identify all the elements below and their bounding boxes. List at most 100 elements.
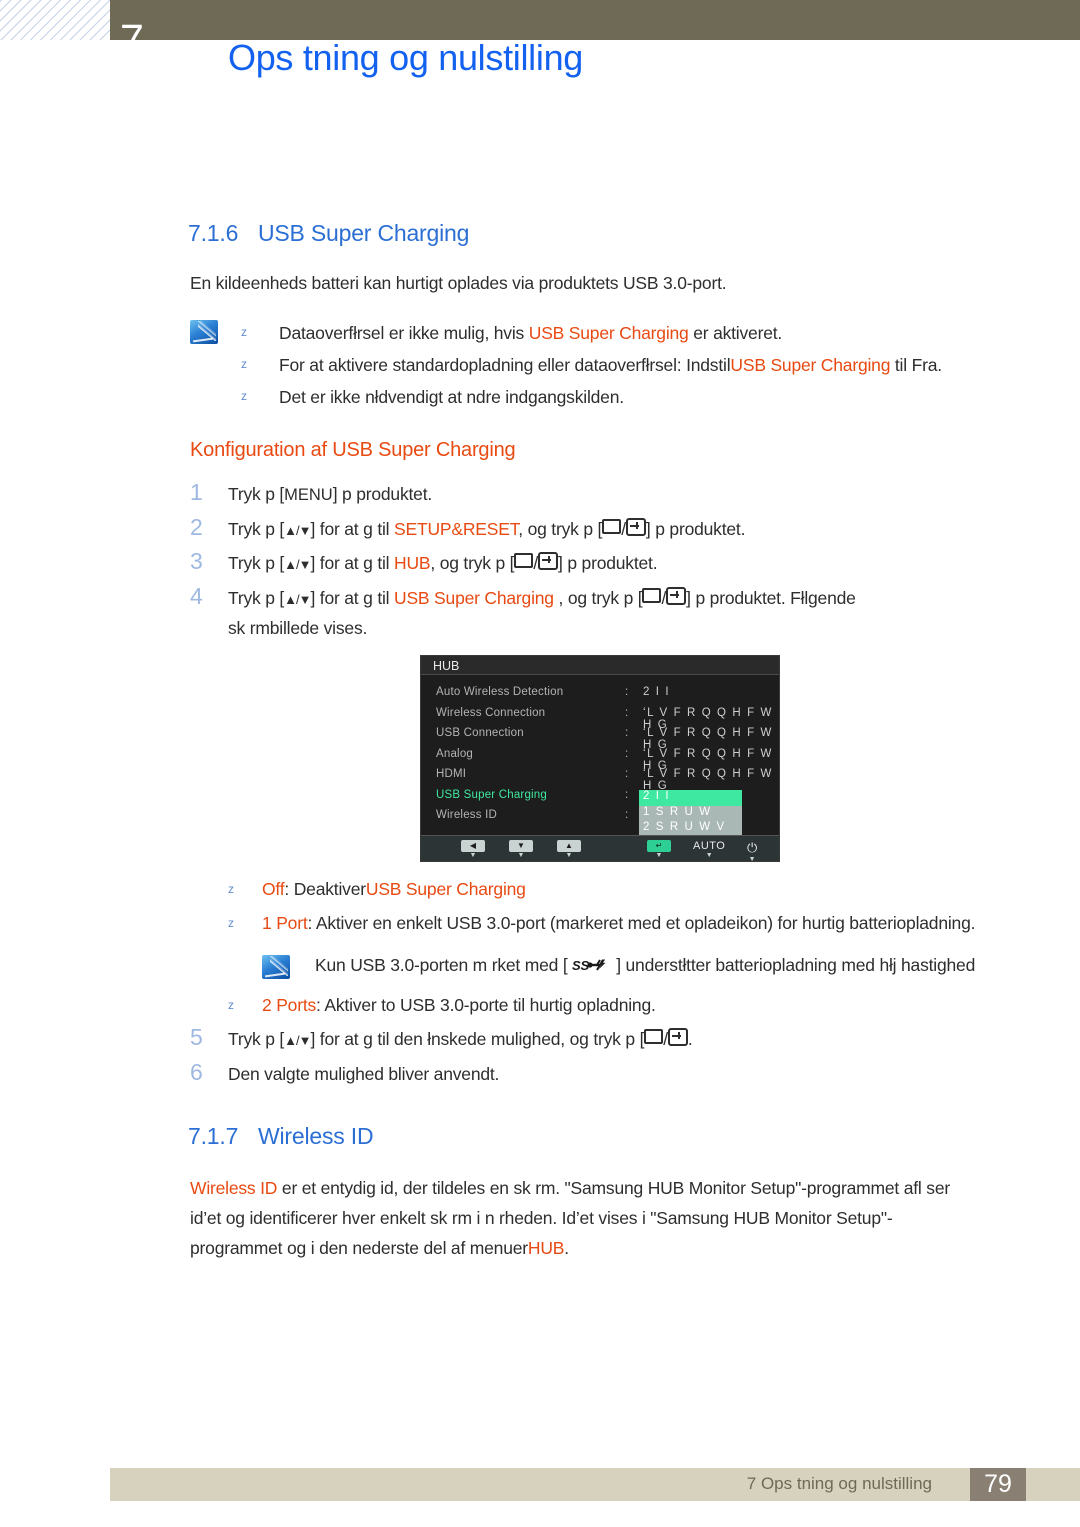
step-text-3: Tryk p [▲/▼] for at g til HUB, og tryk p… <box>228 548 1028 580</box>
osd-row-colon: : <box>625 768 629 780</box>
osd-row-label: USB Super Charging <box>436 788 547 801</box>
caret-down-icon: ▼ <box>748 856 756 863</box>
procedure-title: Konfiguration af USB Super Charging <box>190 439 516 461</box>
enter-key-icon <box>667 1028 688 1046</box>
section-number: 7.1.7 <box>188 1123 239 1149</box>
step-5-part-0: Tryk p [ <box>228 1029 285 1049</box>
osd-row-label: Auto Wireless Detection <box>436 686 564 698</box>
step-text-6: Den valgte mulighed bliver anvendt. <box>228 1064 500 1084</box>
up-arrow-icon: ▲ <box>557 840 581 852</box>
usb-note-text: Kun USB 3.0-porten m rket med [ SS ] und… <box>315 950 1035 982</box>
step-number-1: 1 <box>190 479 203 505</box>
note-item-2-highlight: USB Super Charging <box>730 355 891 375</box>
ss-charge-icon: SS <box>572 952 616 982</box>
bullet-glyph: z <box>228 916 234 930</box>
step-text-4: Tryk p [▲/▼] for at g til USB Super Char… <box>228 583 1048 615</box>
osd-row-label: USB Connection <box>436 727 524 739</box>
step-number-6: 6 <box>190 1059 203 1085</box>
step-1-part-0: Tryk p [ <box>228 484 285 504</box>
osd-row-colon: : <box>625 747 629 760</box>
bullet-glyph: z <box>241 389 247 403</box>
note-item-1-post: er aktiveret. <box>688 323 783 343</box>
section-body-717-line3: programmet og i den nederste del af menu… <box>190 1233 1020 1263</box>
option-key-off: Off <box>262 879 285 899</box>
chapter-number: 7 <box>120 16 144 64</box>
osd-title: HUB <box>421 656 779 675</box>
section-intro-716: En kildeenheds batteri kan hurtigt oplad… <box>190 273 727 293</box>
header-bar <box>110 0 1080 40</box>
osd-row-label: Wireless Connection <box>436 706 546 719</box>
option-bullet-1port: 1 Port: Aktiver en enkelt USB 3.0-port (… <box>262 908 1062 938</box>
osd-row-label: Analog <box>436 747 474 760</box>
step-2-part-6: ] p produktet. <box>645 519 746 539</box>
caret-down-icon: ▼ <box>655 852 663 859</box>
step-3-part-2: ] for at g til <box>310 553 395 573</box>
osd-row[interactable]: HDMI : ʻL V F R Q Q H F W H G <box>421 768 779 792</box>
note-item-2: For at aktivere standardopladning eller … <box>279 350 1019 380</box>
osd-row[interactable]: Wireless Connection : ʻL V F R Q Q H F W… <box>421 706 779 731</box>
enter-key-icon <box>625 518 646 536</box>
option-highlight-off: USB Super Charging <box>365 879 526 899</box>
square-key-icon <box>602 519 622 534</box>
up-down-key-icon: ▲/▼ <box>284 1033 311 1048</box>
bullet-glyph: z <box>228 882 234 896</box>
osd-left-button[interactable]: ◀ ▼ <box>461 840 485 859</box>
step-number-4: 4 <box>190 583 203 609</box>
osd-dropdown-option-1port[interactable]: 1 S R U W <box>639 806 742 822</box>
enter-arrow-icon: ↵ <box>647 840 671 852</box>
square-key-icon <box>644 1029 664 1044</box>
caret-down-icon: ▼ <box>517 852 525 859</box>
osd-row[interactable]: Auto Wireless Detection : 2 I I <box>421 686 779 707</box>
osd-power-button[interactable]: ⏻ ▼ <box>747 840 757 863</box>
section-title: Wireless ID <box>258 1123 374 1149</box>
option-bullet-off: Off: DeaktiverUSB Super Charging <box>262 874 1022 904</box>
footer-text: 7 Ops tning og nulstilling <box>746 1474 932 1493</box>
step-text-1: Tryk p [MENU] p produktet. <box>228 479 988 510</box>
section-body-717-pre: programmet og i den nederste del af menu… <box>190 1238 528 1258</box>
hub-highlight: HUB <box>394 553 431 573</box>
down-arrow-icon: ▼ <box>509 840 533 852</box>
step-5-part-4: . <box>687 1029 693 1049</box>
wireless-id-highlight: Wireless ID <box>190 1178 278 1198</box>
up-down-key-icon: ▲/▼ <box>284 557 311 572</box>
osd-auto-button[interactable]: AUTO ▼ <box>693 840 725 859</box>
osd-dropdown-option-off[interactable]: 2 I I <box>639 790 742 806</box>
step-4-part-0: Tryk p [ <box>228 588 285 608</box>
footer-bar <box>110 1468 1080 1501</box>
note-icon <box>190 320 218 344</box>
step-4-line2: sk rmbillede vises. <box>228 618 368 638</box>
page-number: 79 <box>970 1468 1026 1501</box>
usb-super-charging-highlight: USB Super Charging <box>394 588 554 608</box>
power-icon: ⏻ <box>747 840 758 855</box>
enter-key-icon <box>666 587 687 605</box>
osd-row[interactable]: Analog : ʻL V F R Q Q H F W H G <box>421 747 779 772</box>
osd-row[interactable]: USB Connection : ʻL V F R Q Q H F W H G <box>421 727 779 751</box>
up-down-key-icon: ▲/▼ <box>284 523 311 538</box>
caret-down-icon: ▼ <box>705 852 713 859</box>
section-title: USB Super Charging <box>258 220 470 246</box>
osd-control-bar: ◀ ▼ ▼ ▼ ▲ ▼ ↵ ▼ AUTO ▼ ⏻ ▼ <box>421 835 779 863</box>
osd-row-label: HDMI <box>436 768 467 780</box>
osd-row-colon: : <box>625 788 629 801</box>
left-arrow-icon: ◀ <box>461 840 485 852</box>
square-key-icon <box>514 553 534 568</box>
step-text-2: Tryk p [▲/▼] for at g til SETUP&RESET, o… <box>228 514 1028 546</box>
osd-row-colon: : <box>625 686 629 698</box>
section-heading-716: 7.1.6 USB Super Charging <box>188 220 469 247</box>
bullet-glyph: z <box>241 357 247 371</box>
step-4-part-4: , og tryk p [ <box>553 588 643 608</box>
menu-key-label: MENU <box>284 486 333 504</box>
square-key-icon <box>642 588 662 603</box>
section-number: 7.1.6 <box>188 220 239 246</box>
option-bullet-2ports: 2 Ports: Aktiver to USB 3.0-porte til hu… <box>262 990 1062 1020</box>
bullet-glyph: z <box>228 998 234 1012</box>
osd-dropdown[interactable]: 2 I I 1 S R U W 2 S R U W V <box>639 790 742 837</box>
caret-down-icon: ▼ <box>565 852 573 859</box>
step-3-part-6: ] p produktet. <box>558 553 658 573</box>
osd-up-button[interactable]: ▲ ▼ <box>557 840 581 859</box>
osd-enter-button[interactable]: ↵ ▼ <box>647 840 671 859</box>
step-3-part-0: Tryk p [ <box>228 553 285 573</box>
option-desc-off: : Deaktiver <box>284 879 366 899</box>
section-body-717-text1: er et entydig id, der tildeles en sk rm.… <box>277 1178 950 1198</box>
osd-down-button[interactable]: ▼ ▼ <box>509 840 533 859</box>
